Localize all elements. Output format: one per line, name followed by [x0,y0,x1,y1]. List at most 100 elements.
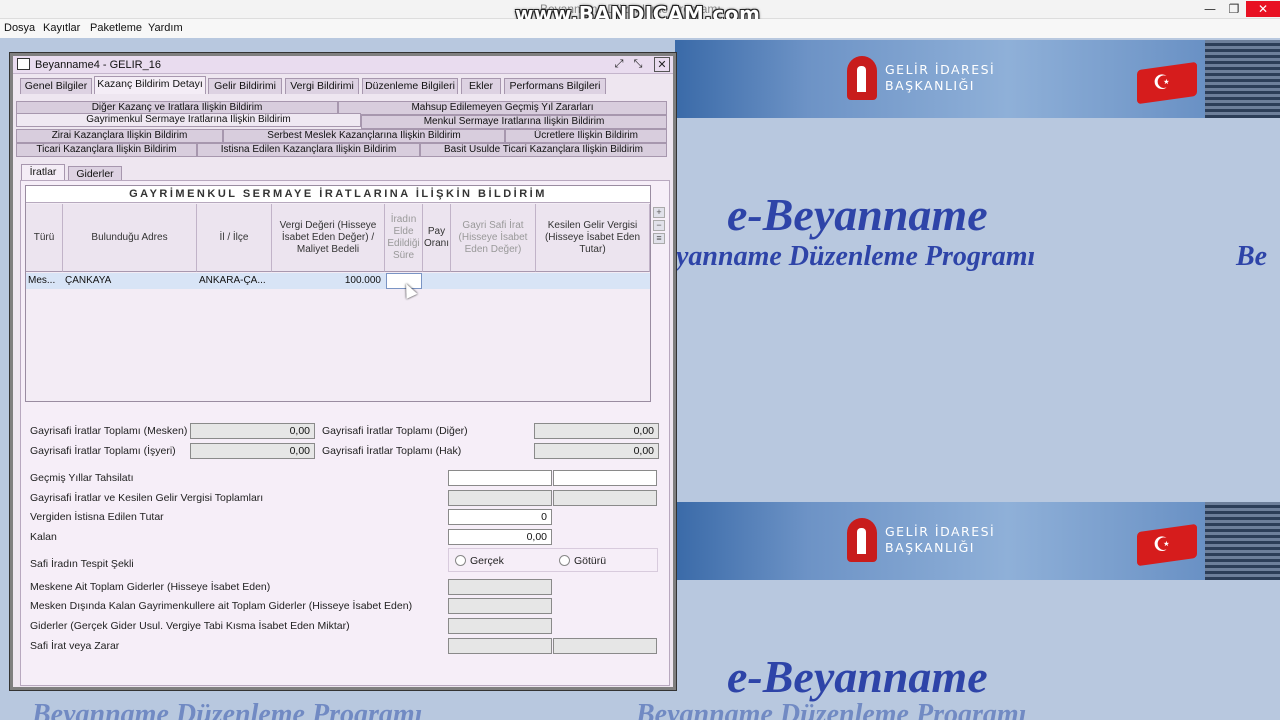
toplamlar-label: Gayrisafi İratlar ve Kesilen Gelir Vergi… [30,492,264,504]
close-window-button[interactable]: ✕ [654,57,670,72]
subtab-istisna[interactable]: İstisna Edilen Kazançlara İlişkin Bildir… [197,143,420,157]
tab-gelir-bildirimi[interactable]: Gelir Bildirimi [208,78,282,94]
detach-icon[interactable]: ⤢ [611,57,627,72]
tab-performans-bilgileri[interactable]: Performans Bilgileri [504,78,606,94]
mesken-gider-label: Meskene Ait Toplam Giderler (Hisseye İsa… [30,581,271,593]
gib-line1: GELİR İDARESİ [885,62,996,77]
subtab-ticari[interactable]: Ticari Kazançlara İlişkin Bildirim [16,143,197,157]
program-heading-under-frame: Beyanname Düzenleme Programı [32,699,423,720]
col-gayri-safi: Gayri Safi İrat (Hisseye İsabet Eden Değ… [451,204,536,272]
beyanname-window: Beyanname4 - GELIR_16 ⤢ ⤡ ✕ Genel Bilgil… [10,53,676,690]
cell-kesilen-vergi[interactable] [536,273,650,289]
maximize-icon[interactable]: ⤡ [630,57,646,72]
safi-irat-field-1[interactable] [448,638,552,654]
gecmis-yillar-field-1[interactable] [448,470,552,486]
menu-dosya[interactable]: Dosya [4,22,35,34]
col-adres: Bulunduğu Adres [63,204,197,272]
program-heading-repeat: Beyanname Düzenleme Programı [636,699,1027,720]
total-mesken-field[interactable]: 0,00 [190,423,315,439]
toplamlar-field-1[interactable] [448,490,552,506]
menu-kayitlar[interactable]: Kayıtlar [43,22,80,34]
subtab-mahsup[interactable]: Mahsup Edilemeyen Geçmiş Yıl Zararları [338,101,667,115]
kalan-field[interactable]: 0,00 [448,529,552,545]
diger-gider-label: Mesken Dışında Kalan Gayrimenkullere ait… [30,600,413,612]
window-title: Beyanname4 - GELIR_16 [35,59,161,71]
istisna-field[interactable]: 0 [448,509,552,525]
radio-gercek[interactable] [455,555,466,566]
program-heading-left: yanname Düzenleme Programı [676,241,1036,272]
subtab-serbest-meslek[interactable]: Serbest Meslek Kazançlarına İlişkin Bild… [223,129,505,143]
cell-gayri-safi[interactable] [451,273,536,289]
subtab-gayrimenkul[interactable]: Gayrimenkul Sermaye İratlarına İlişkin B… [16,113,361,127]
tab-iratlar[interactable]: İratlar [21,164,65,180]
radio-goturu[interactable] [559,555,570,566]
tab-kazanc-bildirim-detayi[interactable]: Kazanç Bildirim Detayı [94,76,206,94]
tab-genel-bilgiler[interactable]: Genel Bilgiler [20,78,92,94]
gercek-gider-label: Giderler (Gerçek Gider Usul. Vergiye Tab… [30,620,350,632]
radio-goturu-label: Götürü [574,555,607,567]
crescent-star-icon: ☪ [1153,70,1171,94]
add-row-icon[interactable]: + [653,207,665,218]
mesken-gider-field[interactable] [448,579,552,595]
tab-duzenleme-bilgileri[interactable]: Düzenleme Bilgileri [362,78,458,94]
safi-irat-label: Safi İrat veya Zarar [30,640,120,652]
gercek-gider-field[interactable] [448,618,552,634]
total-isyeri-label: Gayrisafi İratlar Toplamı (İşyeri) [30,445,176,457]
istisna-label: Vergiden İstisna Edilen Tutar [30,511,164,523]
subtab-ucretler[interactable]: Ücretlere İlişkin Bildirim [505,129,667,143]
iratlar-table: GAYRİMENKUL SERMAYE İRATLARINA İLİŞKİN B… [25,185,651,402]
window-icon [17,58,30,70]
gib-logo-icon [847,518,877,562]
gecmis-yillar-label: Geçmiş Yıllar Tahsilatı [30,472,134,484]
toplamlar-field-2[interactable] [553,490,657,506]
subtab-menkul[interactable]: Menkul Sermaye İratlarına İlişkin Bildir… [361,115,667,129]
total-diger-field[interactable]: 0,00 [534,423,659,439]
list-icon[interactable]: ≡ [653,233,665,244]
close-button[interactable]: ✕ [1246,1,1280,17]
col-pay-orani: Pay Oranı [423,204,451,272]
gib-line2: BAŞKANLIĞI [885,78,975,93]
radio-gercek-label: Gerçek [470,555,504,567]
crescent-star-icon: ☪ [1153,532,1171,556]
remove-row-icon[interactable]: − [653,220,665,231]
tab-vergi-bildirimi[interactable]: Vergi Bildirimi [285,78,359,94]
menu-yardim[interactable]: Yardım [148,22,183,34]
total-hak-field[interactable]: 0,00 [534,443,659,459]
diger-gider-field[interactable] [448,598,552,614]
gib-line2: BAŞKANLIĞI [885,540,975,555]
gecmis-yillar-field-2[interactable] [553,470,657,486]
menu-paketleme[interactable]: Paketleme [90,22,142,34]
col-vergi-degeri: Vergi Değeri (Hisseye İsabet Eden Değer)… [272,204,385,272]
cell-adres[interactable]: ÇANKAYA [63,273,197,289]
subtab-zirai[interactable]: Zirai Kazançlara İlişkin Bildirim [16,129,223,143]
tab-ekler[interactable]: Ekler [461,78,501,94]
col-turu: Türü [26,204,63,272]
cell-vergi-degeri[interactable]: 100.000 [272,273,385,289]
gib-banner-repeat: GELİR İDARESİ BAŞKANLIĞI ☪ [675,502,1280,580]
building-image [1205,502,1280,580]
cell-il-ilce[interactable]: ANKARA-ÇA... [197,273,272,289]
app-titlebar: Beyanname Düzenleme Programı www.BANDICA… [0,0,1280,26]
tespit-sekli-group: Gerçek Götürü [448,548,658,572]
restore-button[interactable]: ❐ [1222,1,1246,17]
total-diger-label: Gayrisafi İratlar Toplamı (Diğer) [322,425,468,437]
gib-line1: GELİR İDARESİ [885,524,996,539]
minimize-button[interactable]: — [1198,1,1222,17]
cell-turu[interactable]: Mes... [26,273,63,289]
menu-bar: Dosya Kayıtlar Paketleme Yardım [0,19,1280,38]
total-isyeri-field[interactable]: 0,00 [190,443,315,459]
ebeyanname-heading-repeat: e-Beyanname [727,651,988,702]
subtab-basit-usul[interactable]: Basit Usulde Ticari Kazançlara İlişkin B… [420,143,667,157]
col-sure: İradın Elde Edildiği Süre [385,204,423,272]
safi-irat-field-2[interactable] [553,638,657,654]
cell-pay-orani[interactable] [423,273,451,289]
window-titlebar[interactable]: Beyanname4 - GELIR_16 ⤢ ⤡ ✕ [13,56,673,74]
ebeyanname-heading: e-Beyanname [727,189,988,240]
table-row[interactable]: Mes... ÇANKAYA ANKARA-ÇA... 100.000 [26,273,650,289]
gib-banner: GELİR İDARESİ BAŞKANLIĞI ☪ [675,40,1280,118]
building-image [1205,40,1280,118]
total-mesken-label: Gayrisafi İratlar Toplamı (Mesken) [30,425,188,437]
col-kesilen-vergi: Kesilen Gelir Vergisi (Hisseye İsabet Ed… [536,204,650,272]
tespit-sekli-label: Safi İradın Tespit Şekli [30,558,134,570]
total-hak-label: Gayrisafi İratlar Toplamı (Hak) [322,445,462,457]
